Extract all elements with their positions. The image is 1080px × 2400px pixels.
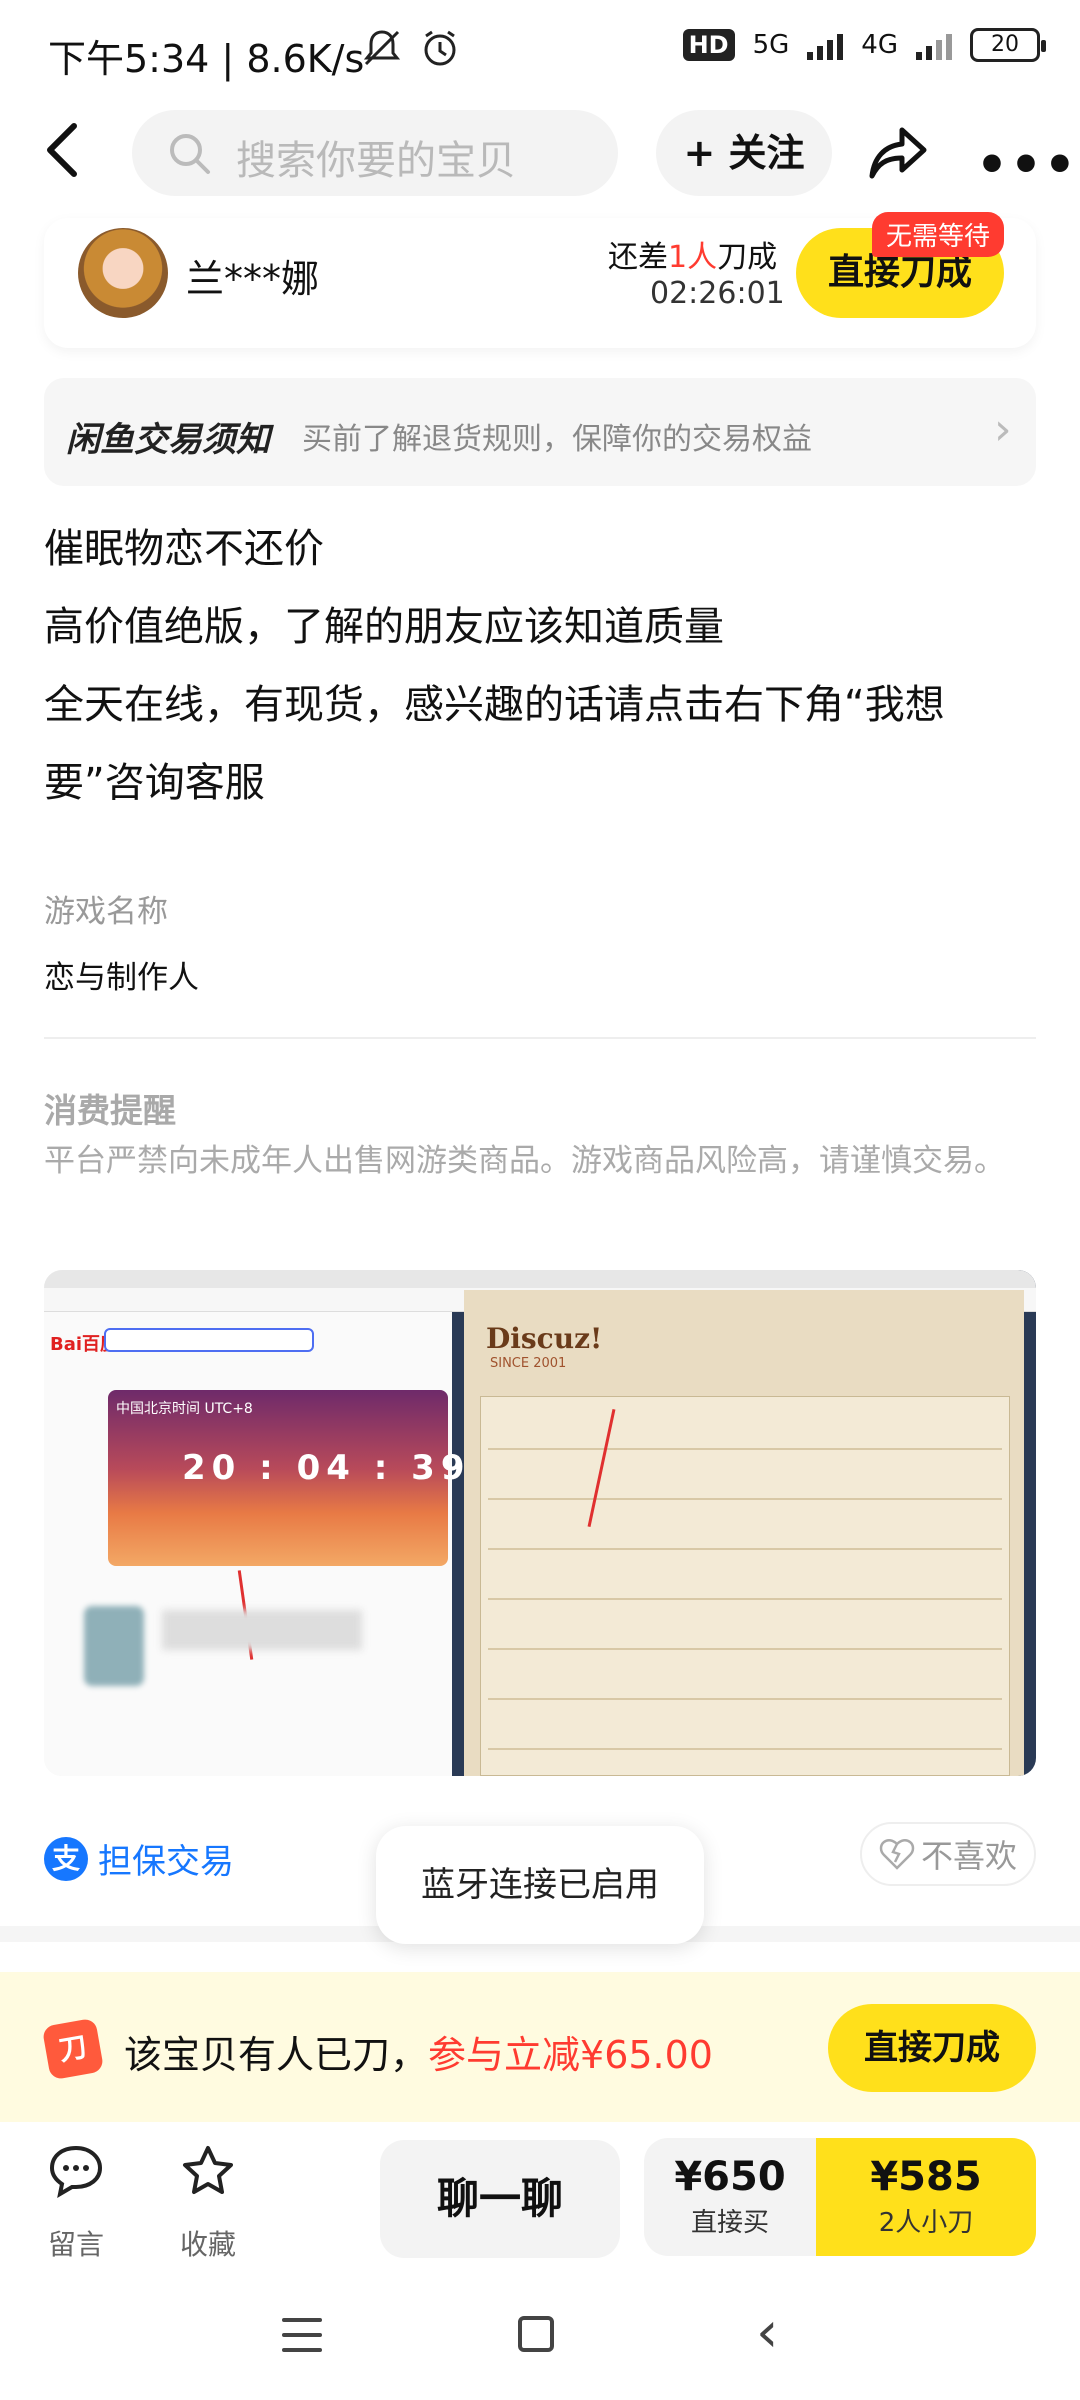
consumption-warning-text: 平台严禁向未成年人出售网游类商品。游戏商品风险高，请谨慎交易。 (44, 1143, 1005, 1179)
network-4g-label: 4G (861, 30, 898, 60)
bargain-countdown: 02:26:01 (650, 276, 785, 311)
image-forum-panel (480, 1396, 1010, 1776)
avatar[interactable] (78, 228, 168, 318)
no-wait-badge: 无需等待 (872, 212, 1005, 257)
menu-icon[interactable] (282, 2318, 322, 2352)
signal-icon-2 (916, 30, 952, 60)
star-icon (183, 2146, 233, 2194)
game-name-label: 游戏名称 (44, 894, 168, 930)
chevron-left-icon (47, 123, 77, 177)
banner-direct-cut-button[interactable]: 直接刀成 (828, 2004, 1036, 2092)
dislike-label: 不喜欢 (920, 1837, 1017, 1875)
status-right-icons: HD 5G 4G 20 (682, 28, 1046, 62)
broken-heart-icon (879, 1839, 915, 1870)
escrow-label: 担保交易 (98, 1842, 234, 1882)
home-icon[interactable] (518, 2316, 554, 2352)
trade-notice[interactable]: 闲鱼交易须知 买前了解退货规则，保障你的交易权益 › (44, 378, 1036, 486)
favorite-label: 收藏 (179, 2228, 236, 2261)
image-blurred-thumb (84, 1606, 144, 1686)
image-browser-tabs (44, 1270, 1036, 1288)
description-line: 全天在线，有现货，感兴趣的话请点击右下角“我想要”咨询客服 (44, 682, 945, 806)
signal-icon (807, 30, 844, 60)
bargain-needed-text: 还差1人刀成 (608, 240, 778, 275)
buy-label: 直接买 (690, 2208, 769, 2238)
item-description: 催眠物恋不还价 高价值绝版，了解的朋友应该知道质量 全天在线，有现货，感兴趣的话… (44, 510, 1034, 822)
image-blurred-text (162, 1610, 362, 1650)
follow-button[interactable]: + 关注 (656, 110, 832, 196)
image-search-box (104, 1328, 314, 1352)
image-forum-row (488, 1448, 1002, 1450)
chevron-right-icon: › (994, 404, 1012, 455)
status-left-icons (360, 26, 462, 70)
cut-label: 2人小刀 (878, 2208, 974, 2238)
notice-desc: 买前了解退货规则，保障你的交易权益 (302, 422, 812, 457)
bluetooth-toast: 蓝牙连接已启用 (376, 1826, 704, 1944)
image-forum-row (488, 1648, 1002, 1650)
image-clock: 20 : 04 : 39 (182, 1448, 471, 1488)
dislike-button[interactable]: 不喜欢 (860, 1822, 1036, 1886)
seller-name[interactable]: 兰***娜 (186, 248, 319, 303)
image-forum-row (488, 1748, 1002, 1750)
image-forum-row (488, 1548, 1002, 1550)
search-input[interactable]: 搜索你要的宝贝 (132, 110, 618, 196)
bargain-banner: 刀 该宝贝有人已刀，参与立减¥65.00 直接刀成 (0, 1972, 1080, 2122)
product-image[interactable]: Bai百度 中国北京时间 UTC+8 20 : 04 : 39 Discuz! … (44, 1270, 1036, 1776)
buy-now-button[interactable]: ¥650 直接买 (644, 2138, 816, 2256)
image-discuz-logo: Discuz! (486, 1322, 603, 1355)
back-button[interactable] (40, 120, 96, 190)
comment-icon (49, 2145, 103, 2198)
knife-icon: 刀 (41, 2017, 105, 2081)
chat-button[interactable]: 聊一聊 (380, 2140, 620, 2258)
image-timezone: 中国北京时间 UTC+8 (116, 1401, 253, 1417)
system-nav-bar: ‹ (0, 2290, 1080, 2400)
small-cut-button[interactable]: ¥585 2人小刀 (816, 2138, 1036, 2256)
search-placeholder: 搜索你要的宝贝 (236, 138, 516, 184)
image-forum-row (488, 1698, 1002, 1700)
comment-label: 留言 (47, 2228, 104, 2261)
consumption-warning-title: 消费提醒 (44, 1091, 176, 1130)
comment-button[interactable]: 留言 (26, 2142, 126, 2263)
search-icon (170, 134, 210, 174)
hd-badge: HD (682, 29, 735, 61)
bargain-banner-text: 该宝贝有人已刀，参与立减¥65.00 (124, 2033, 713, 2077)
nav-back-icon[interactable]: ‹ (756, 2300, 778, 2365)
image-forum-row (488, 1598, 1002, 1600)
mute-icon (363, 30, 401, 66)
description-line: 高价值绝版，了解的朋友应该知道质量 (44, 604, 724, 650)
more-options-icon[interactable]: ••• (976, 136, 1078, 194)
escrow-trade[interactable]: 支 担保交易 (44, 1834, 234, 1883)
status-time: 下午5:34 | 8.6K/s (48, 37, 365, 81)
alipay-icon: 支 (44, 1836, 88, 1881)
game-name-value: 恋与制作人 (44, 960, 199, 996)
share-icon[interactable] (866, 120, 930, 184)
alarm-icon (424, 30, 456, 66)
image-forum-row (488, 1498, 1002, 1500)
network-5g-label: 5G (752, 30, 790, 60)
buy-price: ¥650 (674, 2154, 786, 2200)
divider (44, 1037, 1036, 1039)
image-discuz-since: SINCE 2001 (490, 1356, 567, 1371)
cut-price: ¥585 (870, 2154, 982, 2200)
battery-icon: 20 (970, 28, 1046, 62)
description-line: 催眠物恋不还价 (44, 526, 324, 572)
notice-title: 闲鱼交易须知 (66, 420, 270, 460)
favorite-button[interactable]: 收藏 (158, 2142, 258, 2263)
status-bar: 下午5:34 | 8.6K/s HD 5G 4G 20 (0, 0, 1080, 100)
